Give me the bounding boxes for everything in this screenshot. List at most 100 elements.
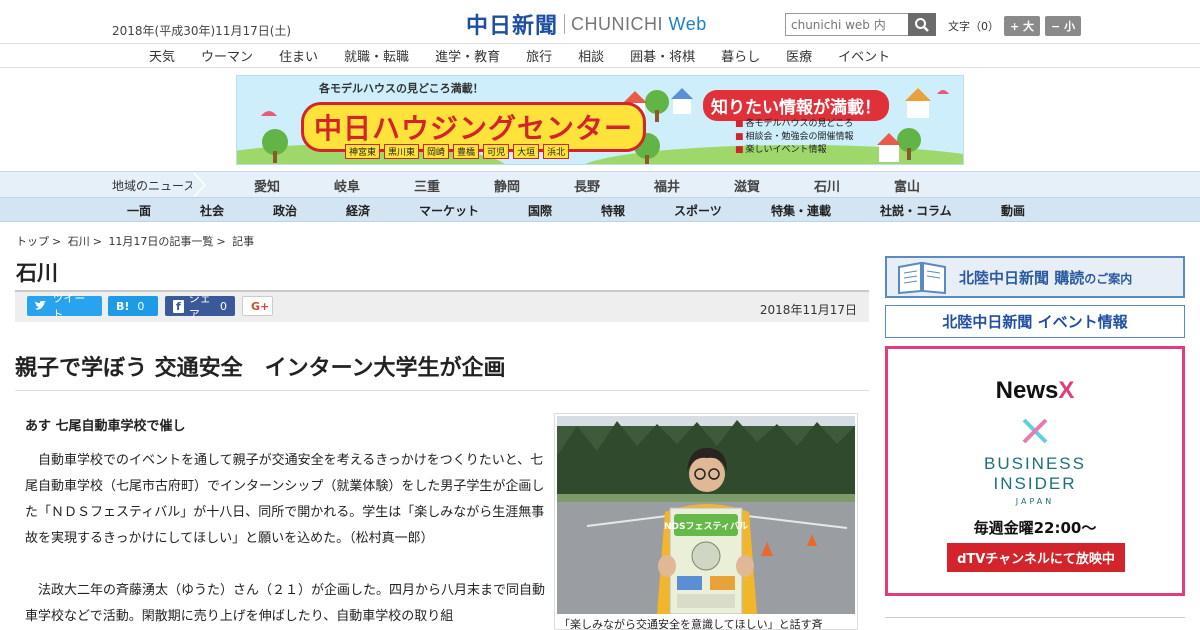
business-insider-logo: BUSINESS INSIDER <box>984 454 1086 493</box>
dtv-channel-button[interactable]: dTVチャンネルにて放映中 <box>947 543 1125 572</box>
category-nav-item[interactable]: 住まい <box>266 46 331 65</box>
google-plus-icon: G+ <box>251 299 270 313</box>
facebook-count: 0 <box>220 299 227 313</box>
section-nav-item[interactable]: 特集・連載 <box>771 202 831 219</box>
cross-icon <box>1022 418 1048 444</box>
photo-student-with-flyer: NDSフェスティバル <box>557 416 855 614</box>
google-plus-button[interactable]: G+ <box>242 296 273 316</box>
current-date: 2018年(平成30年)11月17日(土) <box>112 24 292 38</box>
regional-nav-item[interactable]: 愛知 <box>254 176 280 195</box>
chevron-right-icon-inner <box>192 172 204 198</box>
business-insider-japan: JAPAN <box>1015 497 1055 506</box>
hatena-bookmark-button[interactable]: B! 0 <box>108 296 158 316</box>
category-nav-item[interactable]: 医療 <box>773 46 825 65</box>
category-nav-item[interactable]: 天気 <box>136 46 188 65</box>
section-nav-item[interactable]: 政治 <box>273 202 297 219</box>
search-button[interactable] <box>908 13 936 36</box>
breadcrumb-article-list[interactable]: 11月17日の記事一覧 <box>108 235 213 248</box>
newspaper-book-icon <box>898 261 946 295</box>
share-bar: ツイート B! 0 f シェア 0 G+ 2018年11月17日 <box>15 290 869 322</box>
section-nav-item[interactable]: 社会 <box>200 202 224 219</box>
section-nav: 一面 社会 政治 経済 マーケット 国際 特報 スポーツ 特集・連載 社説・コラム 動画 <box>0 197 1200 222</box>
regional-nav-item[interactable]: 静岡 <box>494 176 520 195</box>
breadcrumb: トップ > 石川 > 11月17日の記事一覧 > 記事 <box>16 233 257 249</box>
category-nav-item[interactable]: ウーマン <box>188 46 266 65</box>
housing-center-banner-ad[interactable]: 各モデルハウスの見どころ満載！ 中日ハウジングセンター 神宮東 黒川東 岡崎 豊橋 可児… <box>236 75 964 165</box>
facebook-label: シェア <box>188 292 211 321</box>
breadcrumb-separator: > <box>92 235 102 248</box>
regional-nav-item[interactable]: 福井 <box>654 176 680 195</box>
banner-city: 大垣 <box>513 144 540 159</box>
banner-feature-item: 各モデルハウスの見どころ <box>735 118 854 131</box>
font-size-controls: 文字（0） + 大 − 小 <box>948 16 1082 36</box>
banner-city: 黒川東 <box>384 144 420 159</box>
regional-nav-item[interactable]: 滋賀 <box>734 176 760 195</box>
hatena-count: 0 <box>137 299 145 313</box>
category-nav-item[interactable]: 就職・転職 <box>331 46 422 65</box>
breadcrumb-top[interactable]: トップ <box>16 235 49 248</box>
article-headline: 親子で学ぼう 交通安全 インターン大学生が企画 <box>15 356 506 381</box>
tweet-label: ツイート <box>52 292 86 321</box>
publish-date: 2018年11月17日 <box>759 303 857 317</box>
regional-nav-item[interactable]: 三重 <box>414 176 440 195</box>
banner-feature-item: 楽しいイベント情報 <box>735 144 854 157</box>
breadcrumb-separator: > <box>216 235 226 248</box>
section-nav-item[interactable]: マーケット <box>419 202 479 219</box>
logo-english: CHUNICHI Web <box>571 13 707 34</box>
article-paragraph: 法政大二年の斉藤湧太（ゆうた）さん（２１）が企画した。四月から八月末まで同自動車… <box>25 583 546 624</box>
regional-nav-item[interactable]: 長野 <box>574 176 600 195</box>
site-logo[interactable]: 中日新聞 CHUNICHI Web <box>466 8 707 40</box>
section-nav-item[interactable]: 経済 <box>346 202 370 219</box>
regional-nav-item[interactable]: 石川 <box>814 176 840 195</box>
tweet-button[interactable]: ツイート <box>27 292 102 321</box>
section-nav-item[interactable]: 一面 <box>127 202 151 219</box>
category-nav-item[interactable]: 旅行 <box>513 46 565 65</box>
banner-feature-item: 相談会・勉強会の開催情報 <box>735 131 854 144</box>
banner-city: 可児 <box>483 144 510 159</box>
site-search <box>785 13 936 36</box>
section-nav-item[interactable]: 特報 <box>601 202 625 219</box>
breadcrumb-separator: > <box>52 235 62 248</box>
banner-city: 浜北 <box>543 144 570 159</box>
headline-divider <box>15 390 869 391</box>
photo-caption: 「楽しみながら交通安全を意識してほしい」と話す斉 <box>559 618 823 630</box>
banner-city: 神宮東 <box>345 144 381 159</box>
article-subhead: あす 七尾自動車学校で催し <box>25 419 186 434</box>
font-larger-button[interactable]: + 大 <box>1004 16 1041 36</box>
article-photo[interactable]: NDSフェスティバル 「楽しみながら交通安全を意識してほしい」と話す斉 <box>554 413 858 630</box>
section-title: 石川 <box>16 261 58 285</box>
banner-city: 岡崎 <box>423 144 450 159</box>
category-nav-item[interactable]: 囲碁・将棋 <box>617 46 708 65</box>
section-nav-item[interactable]: 国際 <box>528 202 552 219</box>
breadcrumb-ishikawa[interactable]: 石川 <box>68 235 90 248</box>
regional-nav-item[interactable]: 富山 <box>894 176 920 195</box>
font-size-label: 文字（0） <box>948 20 999 33</box>
newsx-ad[interactable]: NewsX BUSINESS INSIDER JAPAN 毎週金曜22:00〜 … <box>885 346 1185 596</box>
regional-nav-item[interactable]: 岐阜 <box>334 176 360 195</box>
section-nav-item[interactable]: 社説・コラム <box>880 202 952 219</box>
broadcast-schedule: 毎週金曜22:00〜 <box>973 519 1097 537</box>
site-header: 2018年(平成30年)11月17日(土) 中日新聞 CHUNICHI Web … <box>0 0 1200 43</box>
banner-top-text: 各モデルハウスの見どころ満載！ <box>319 82 484 95</box>
section-nav-item[interactable]: スポーツ <box>674 202 722 219</box>
font-smaller-button[interactable]: − 小 <box>1045 16 1082 36</box>
article-body: 自動車学校でのイベントを通して親子が交通安全を考えるきっかけをつくりたいと、七尾… <box>25 448 545 630</box>
article-paragraph: 自動車学校でのイベントを通して親子が交通安全を考えるきっかけをつくりたいと、七尾… <box>25 453 545 546</box>
category-nav: 天気 ウーマン 住まい 就職・転職 進学・教育 旅行 相談 囲碁・将棋 暮らし 医療 イベント <box>0 43 1200 68</box>
category-nav-item[interactable]: 進学・教育 <box>422 46 513 65</box>
subscribe-banner[interactable]: 北陸中日新聞 購読のご案内 <box>885 256 1185 298</box>
category-nav-item[interactable]: 相談 <box>565 46 617 65</box>
category-nav-item[interactable]: イベント <box>825 46 903 65</box>
regional-news-nav: 地域のニュース 愛知 岐阜 三重 静岡 長野 福井 滋賀 石川 富山 <box>0 171 1200 198</box>
search-input[interactable] <box>785 13 908 36</box>
event-info-banner[interactable]: 北陸中日新聞 イベント情報 <box>885 305 1185 338</box>
category-nav-item[interactable]: 暮らし <box>708 46 773 65</box>
banner-feature-list: 各モデルハウスの見どころ相談会・勉強会の開催情報楽しいイベント情報 <box>735 118 854 157</box>
section-nav-item[interactable]: 動画 <box>1001 202 1025 219</box>
breadcrumb-current: 記事 <box>232 235 255 248</box>
facebook-share-button[interactable]: f シェア 0 <box>165 292 235 321</box>
hatena-icon: B! <box>116 299 130 313</box>
regional-news-label: 地域のニュース <box>112 179 196 193</box>
logo-japanese: 中日新聞 <box>466 13 559 39</box>
banner-city-list: 神宮東 黒川東 岡崎 豊橋 可児 大垣 浜北 <box>345 144 573 159</box>
